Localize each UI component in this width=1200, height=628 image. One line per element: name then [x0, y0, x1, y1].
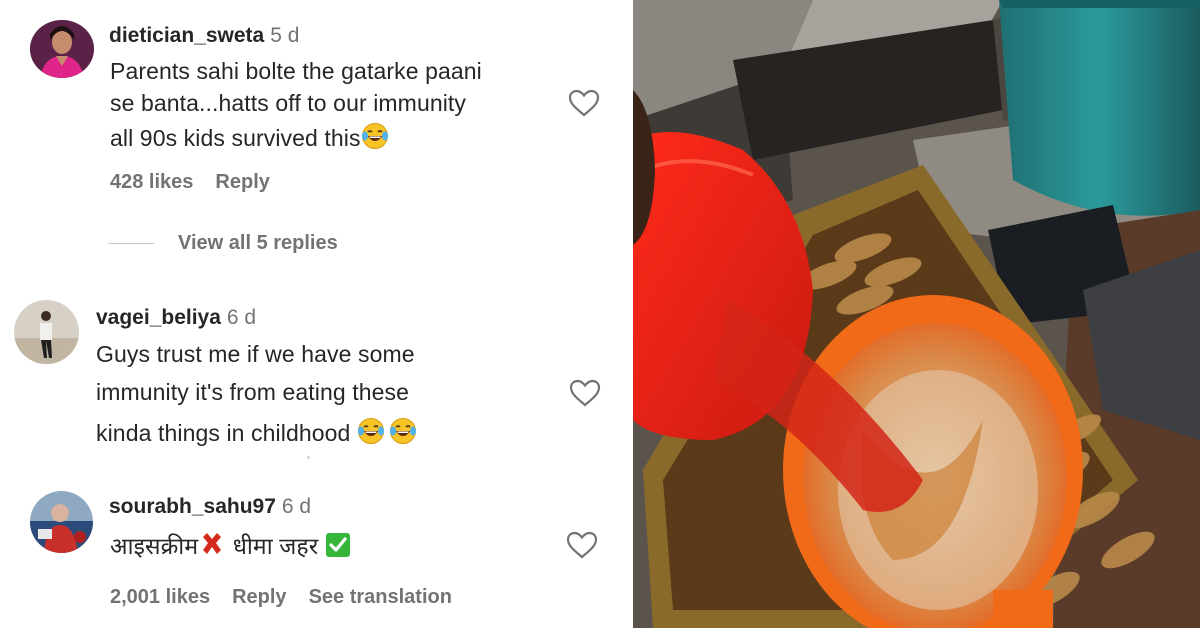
- see-translation-button[interactable]: See translation: [309, 586, 452, 608]
- laughing-tears-emoji: [389, 418, 416, 444]
- comment-text-line: immunity it's from eating these: [96, 379, 409, 405]
- comment-text-line: Parents sahi bolte the gatarke paani: [110, 58, 482, 84]
- check-mark-emoji: [325, 533, 350, 557]
- laughing-tears-emoji: [357, 418, 384, 444]
- username-text[interactable]: vagei_beliya: [96, 306, 221, 329]
- laughing-tears-emoji: [361, 123, 388, 149]
- comment-username[interactable]: sourabh_sahu97 6 d: [109, 495, 311, 519]
- avatar[interactable]: [14, 300, 79, 364]
- replies-divider: [108, 242, 154, 244]
- comment-meta: 2,001 likes Reply See translation: [110, 586, 474, 609]
- likes-count[interactable]: 2,001 likes: [110, 586, 210, 608]
- comment-text-line: se banta...hatts off to our immunity: [110, 90, 467, 116]
- avatar[interactable]: [30, 491, 93, 553]
- comment-word: आइसक्रीम: [110, 533, 199, 559]
- cropped-previous-row: [160, 0, 390, 4]
- cross-mark-emoji: [203, 533, 222, 554]
- view-replies-label[interactable]: View all 5 replies: [178, 232, 338, 255]
- reply-button[interactable]: Reply: [215, 171, 269, 193]
- comment-age: 5 d: [270, 24, 300, 47]
- reply-button[interactable]: Reply: [232, 586, 286, 608]
- comment-username[interactable]: dietician_sweta 5 d: [109, 24, 299, 48]
- likes-count[interactable]: 428 likes: [110, 171, 193, 193]
- avatar[interactable]: [30, 20, 94, 78]
- comment-username[interactable]: vagei_beliya 6 d: [96, 306, 256, 330]
- comment-meta: 428 likes Reply: [110, 171, 292, 194]
- username-text[interactable]: sourabh_sahu97: [109, 495, 276, 518]
- heart-outline-icon[interactable]: [565, 530, 599, 560]
- heart-outline-icon[interactable]: [567, 88, 601, 118]
- video-frame-image: [633, 0, 1200, 628]
- comment-text-line: all 90s kids survived this: [110, 122, 389, 152]
- username-text[interactable]: dietician_sweta: [109, 24, 264, 47]
- comment-text-line: kinda things in childhood: [96, 417, 417, 447]
- comment-age: 6 d: [281, 495, 312, 518]
- comment-age: 6 d: [226, 306, 257, 329]
- separator-dot: [307, 456, 310, 459]
- heart-outline-icon[interactable]: [568, 378, 602, 408]
- comments-panel: dietician_sweta 5 d Parents sahi bolte th…: [0, 0, 630, 628]
- comment-word: धीमा जहर: [232, 533, 319, 559]
- comment-text-line: आइसक्रीम धीमा जहर: [110, 529, 351, 561]
- comment-text-line: Guys trust me if we have some: [96, 341, 415, 367]
- view-replies-button[interactable]: View all 5 replies: [108, 229, 338, 257]
- pouring-liquid-photo: [633, 0, 1200, 628]
